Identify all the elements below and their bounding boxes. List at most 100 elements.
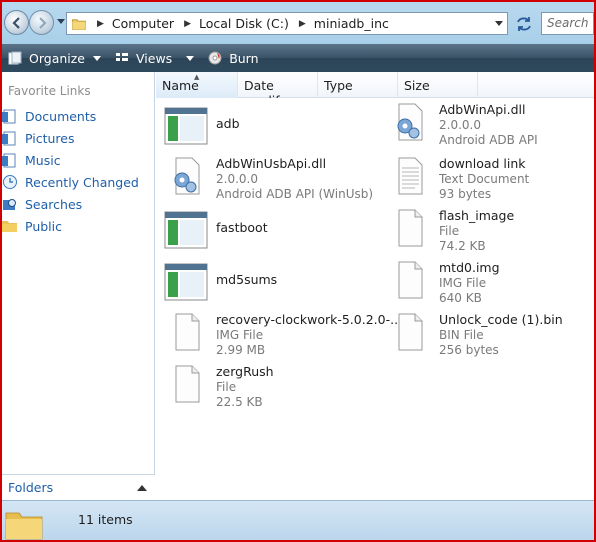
file-tile-mtd0[interactable]: mtd0.img IMG File 640 KB bbox=[379, 256, 594, 306]
column-name[interactable]: ▲ Name bbox=[156, 72, 238, 98]
breadcrumb-separator[interactable]: ▶ bbox=[184, 19, 191, 29]
dll-gear-icon bbox=[174, 157, 200, 195]
file-size: 256 bytes bbox=[439, 343, 499, 357]
nav-item-label: Pictures bbox=[25, 130, 75, 146]
column-type-label: Type bbox=[324, 78, 353, 93]
file-name: download link bbox=[439, 156, 526, 171]
breadcrumb-computer[interactable]: Computer bbox=[112, 16, 174, 31]
search-input[interactable]: Search bbox=[541, 12, 594, 35]
burn-button[interactable]: Burn bbox=[208, 44, 259, 72]
address-history-dropdown[interactable] bbox=[495, 21, 503, 26]
column-size-label: Size bbox=[404, 78, 430, 93]
file-size: 640 KB bbox=[439, 291, 482, 305]
file-version: 2.0.0.0 bbox=[216, 172, 258, 186]
file-tile-adbwinusbapi[interactable]: AdbWinUsbApi.dll 2.0.0.0 Android ADB API… bbox=[156, 152, 374, 202]
nav-item-label: Recently Changed bbox=[25, 174, 139, 190]
file-type: File bbox=[439, 224, 460, 238]
nav-item-public[interactable]: Public bbox=[2, 216, 62, 236]
forward-arrow-icon bbox=[39, 17, 47, 29]
file-type: BIN File bbox=[439, 328, 484, 342]
sort-ascending-icon: ▲ bbox=[194, 73, 200, 81]
file-name: recovery-clockwork-5.0.2.0-... bbox=[216, 312, 403, 327]
breadcrumb-separator: ▶ bbox=[97, 18, 104, 29]
burn-label: Burn bbox=[229, 50, 259, 66]
command-toolbar: Organize Views Burn bbox=[2, 44, 594, 72]
nav-item-documents[interactable]: Documents bbox=[2, 106, 96, 126]
file-type: Text Document bbox=[439, 172, 530, 186]
folders-toggle[interactable]: Folders bbox=[2, 474, 155, 500]
blank-file-icon bbox=[175, 313, 200, 351]
recent-pages-dropdown[interactable] bbox=[57, 19, 65, 24]
file-tile-flash-image[interactable]: flash_image File 74.2 KB bbox=[379, 204, 594, 254]
file-type: IMG File bbox=[216, 328, 264, 342]
nav-item-label: Music bbox=[25, 152, 61, 168]
file-name: flash_image bbox=[439, 208, 515, 223]
folder-icon bbox=[5, 512, 43, 540]
file-size: 22.5 KB bbox=[216, 395, 263, 409]
column-date-modified[interactable]: Date modif... bbox=[238, 72, 318, 108]
back-arrow-icon bbox=[12, 17, 20, 29]
file-tile-zergrush[interactable]: zergRush File 22.5 KB bbox=[156, 360, 371, 410]
dll-gear-icon bbox=[397, 103, 423, 141]
refresh-icon[interactable] bbox=[515, 16, 533, 32]
file-tile-download-link[interactable]: download link Text Document 93 bytes bbox=[379, 152, 594, 202]
searches-icon bbox=[3, 199, 16, 210]
nav-item-label: Documents bbox=[25, 108, 97, 124]
file-name: AdbWinApi.dll bbox=[439, 102, 526, 117]
favorite-links-heading: Favorite Links bbox=[8, 84, 91, 98]
file-size: 2.99 MB bbox=[216, 343, 266, 357]
organize-button[interactable]: Organize bbox=[8, 44, 101, 72]
file-tile-recovery-clockwork[interactable]: recovery-clockwork-5.0.2.0-... IMG File … bbox=[156, 308, 402, 358]
breadcrumb-current-folder[interactable]: miniadb_inc bbox=[314, 16, 389, 31]
pictures-icon bbox=[2, 131, 16, 146]
forward-button[interactable] bbox=[29, 10, 54, 35]
nav-item-music[interactable]: Music bbox=[2, 150, 61, 170]
address-box[interactable]: ▶ Computer ▶ Local Disk (C:) ▶ miniadb_i… bbox=[66, 12, 508, 35]
file-size: 93 bytes bbox=[439, 187, 492, 201]
burn-disc-icon bbox=[208, 51, 222, 65]
file-name: zergRush bbox=[216, 364, 274, 379]
column-type[interactable]: Type bbox=[318, 72, 398, 98]
chevron-up-icon bbox=[137, 485, 147, 491]
file-version: 2.0.0.0 bbox=[439, 118, 481, 132]
file-name: mtd0.img bbox=[439, 260, 500, 275]
views-button[interactable]: Views bbox=[115, 44, 195, 72]
navigation-pane: Favorite Links Documents Pictures Music bbox=[2, 72, 155, 500]
breadcrumb-separator[interactable]: ▶ bbox=[299, 19, 306, 29]
application-icon bbox=[164, 211, 208, 249]
explorer-window: ▶ Computer ▶ Local Disk (C:) ▶ miniadb_i… bbox=[0, 0, 596, 542]
views-icon bbox=[116, 53, 128, 61]
address-bar-row: ▶ Computer ▶ Local Disk (C:) ▶ miniadb_i… bbox=[2, 2, 594, 44]
file-description: Android ADB API bbox=[439, 133, 538, 147]
nav-item-recently-changed[interactable]: Recently Changed bbox=[2, 172, 139, 192]
file-name: fastboot bbox=[216, 220, 268, 235]
breadcrumb-local-disk[interactable]: Local Disk (C:) bbox=[199, 16, 289, 31]
file-tile-unlock-code[interactable]: Unlock_code (1).bin BIN File 256 bytes bbox=[379, 308, 594, 358]
blank-file-icon bbox=[398, 313, 423, 351]
file-description: Android ADB API (WinUsb) bbox=[216, 187, 374, 201]
file-name: adb bbox=[216, 116, 240, 131]
nav-item-pictures[interactable]: Pictures bbox=[2, 128, 75, 148]
column-size[interactable]: Size bbox=[398, 72, 478, 98]
file-tile-md5sums[interactable]: md5sums bbox=[156, 258, 371, 308]
blank-file-icon bbox=[398, 209, 423, 247]
public-folder-icon bbox=[2, 221, 17, 232]
status-bar: 11 items bbox=[2, 500, 594, 540]
column-header-row: ▲ Name Date modif... Type Size bbox=[156, 72, 594, 108]
file-tile-fastboot[interactable]: fastboot bbox=[156, 206, 371, 256]
blank-file-icon bbox=[175, 365, 200, 403]
back-button[interactable] bbox=[4, 10, 29, 35]
nav-item-label: Public bbox=[25, 218, 62, 234]
nav-item-searches[interactable]: Searches bbox=[2, 194, 82, 214]
music-icon bbox=[2, 153, 16, 168]
file-size: 74.2 KB bbox=[439, 239, 486, 253]
application-icon bbox=[164, 107, 208, 145]
file-type: IMG File bbox=[439, 276, 487, 290]
file-tile-adbwinapi[interactable]: AdbWinApi.dll 2.0.0.0 Android ADB API bbox=[379, 98, 594, 148]
file-name: AdbWinUsbApi.dll bbox=[216, 156, 327, 171]
documents-icon bbox=[2, 109, 16, 124]
nav-item-label: Searches bbox=[25, 196, 83, 212]
recent-icon bbox=[3, 175, 17, 189]
file-name: md5sums bbox=[216, 272, 278, 287]
file-tile-adb[interactable]: adb bbox=[156, 102, 371, 152]
